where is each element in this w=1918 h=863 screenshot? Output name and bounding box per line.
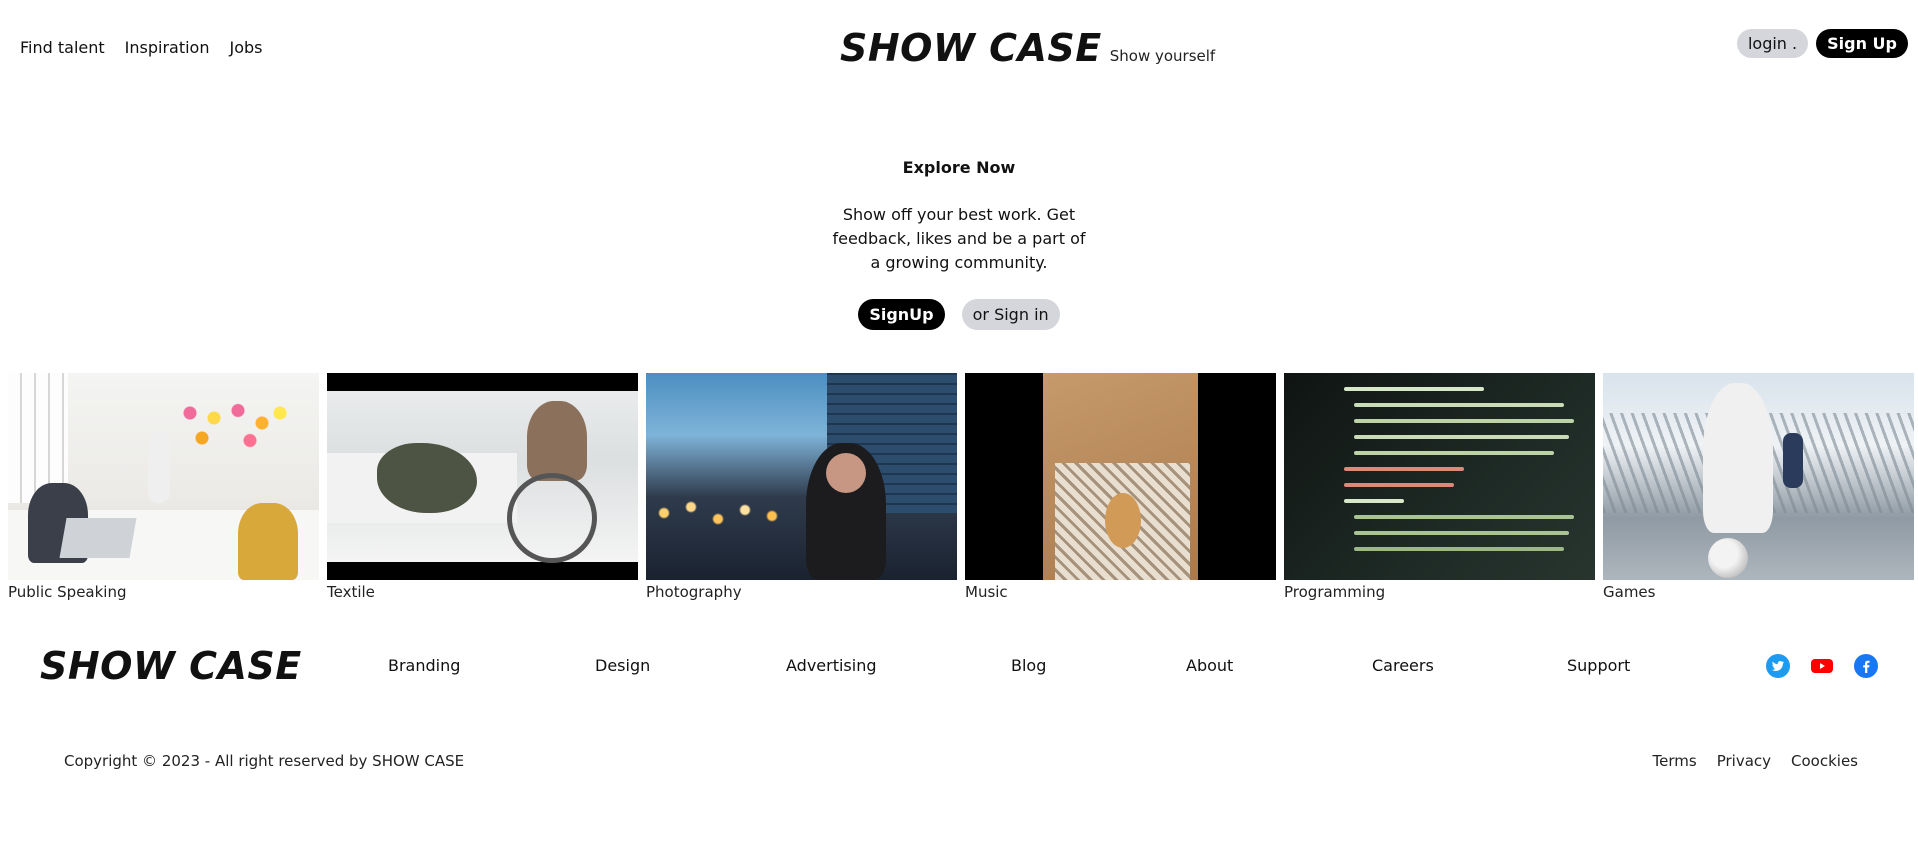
hero-signin-button[interactable]: or Sign in — [961, 299, 1060, 330]
brand: SHOW CASE Show yourself — [840, 26, 1215, 70]
youtube-icon[interactable] — [1810, 654, 1834, 678]
textile-image[interactable] — [327, 373, 638, 580]
cookies-link[interactable]: Coockies — [1791, 752, 1858, 770]
signup-button[interactable]: Sign Up — [1816, 29, 1908, 58]
hero-actions: SignUp or Sign in — [0, 299, 1918, 330]
brand-tagline: Show yourself — [1109, 47, 1216, 65]
hero-signup-button[interactable]: SignUp — [858, 299, 945, 330]
hero-text: Show off your best work. Get feedback, l… — [832, 205, 1086, 272]
footer-link-careers[interactable]: Careers — [1372, 656, 1434, 675]
category-label[interactable]: Music — [965, 583, 1276, 601]
nav-inspiration[interactable]: Inspiration — [125, 38, 210, 57]
category-label[interactable]: Photography — [646, 583, 957, 601]
category-grid: Public Speaking Textile Photography Musi… — [8, 373, 1914, 601]
site-footer: SHOW CASE Branding Design Advertising Bl… — [0, 640, 1918, 700]
copyright-text: Copyright © 2023 - All right reserved by… — [64, 752, 465, 770]
privacy-link[interactable]: Privacy — [1717, 752, 1771, 770]
category-label[interactable]: Textile — [327, 583, 638, 601]
category-card-public-speaking[interactable]: Public Speaking — [8, 373, 319, 601]
category-card-music[interactable]: Music — [965, 373, 1276, 601]
nav-find-talent[interactable]: Find talent — [20, 38, 105, 57]
twitter-icon[interactable] — [1766, 654, 1790, 678]
category-label[interactable]: Programming — [1284, 583, 1595, 601]
top-nav: Find talent Inspiration Jobs — [20, 38, 262, 57]
photography-image[interactable] — [646, 373, 957, 580]
category-label[interactable]: Public Speaking — [8, 583, 319, 601]
public-speaking-image[interactable] — [8, 373, 319, 580]
footer-link-advertising[interactable]: Advertising — [786, 656, 877, 675]
hero-title: Explore Now — [902, 158, 1016, 177]
category-card-photography[interactable]: Photography — [646, 373, 957, 601]
footer-link-design[interactable]: Design — [595, 656, 650, 675]
hero: Explore Now Show off your best work. Get… — [0, 158, 1918, 330]
category-card-textile[interactable]: Textile — [327, 373, 638, 601]
site-header: Find talent Inspiration Jobs SHOW CASE S… — [0, 0, 1918, 100]
footer-brand-logo[interactable]: SHOW CASE — [40, 644, 302, 688]
nav-jobs[interactable]: Jobs — [229, 38, 262, 57]
category-card-programming[interactable]: Programming — [1284, 373, 1595, 601]
games-image[interactable] — [1603, 373, 1914, 580]
footer-link-branding[interactable]: Branding — [388, 656, 460, 675]
programming-image[interactable] — [1284, 373, 1595, 580]
legal-links: Terms Privacy Coockies — [1653, 752, 1858, 770]
terms-link[interactable]: Terms — [1653, 752, 1697, 770]
brand-logo[interactable]: SHOW CASE — [840, 26, 1102, 70]
footer-link-about[interactable]: About — [1186, 656, 1233, 675]
facebook-icon[interactable] — [1854, 654, 1878, 678]
category-card-games[interactable]: Games — [1603, 373, 1914, 601]
category-label[interactable]: Games — [1603, 583, 1914, 601]
social-links — [1766, 654, 1878, 678]
music-image[interactable] — [965, 373, 1276, 580]
footer-link-blog[interactable]: Blog — [1011, 656, 1046, 675]
auth-buttons: login . Sign Up — [1736, 29, 1908, 58]
login-button[interactable]: login . — [1736, 29, 1809, 58]
footer-link-support[interactable]: Support — [1567, 656, 1630, 675]
